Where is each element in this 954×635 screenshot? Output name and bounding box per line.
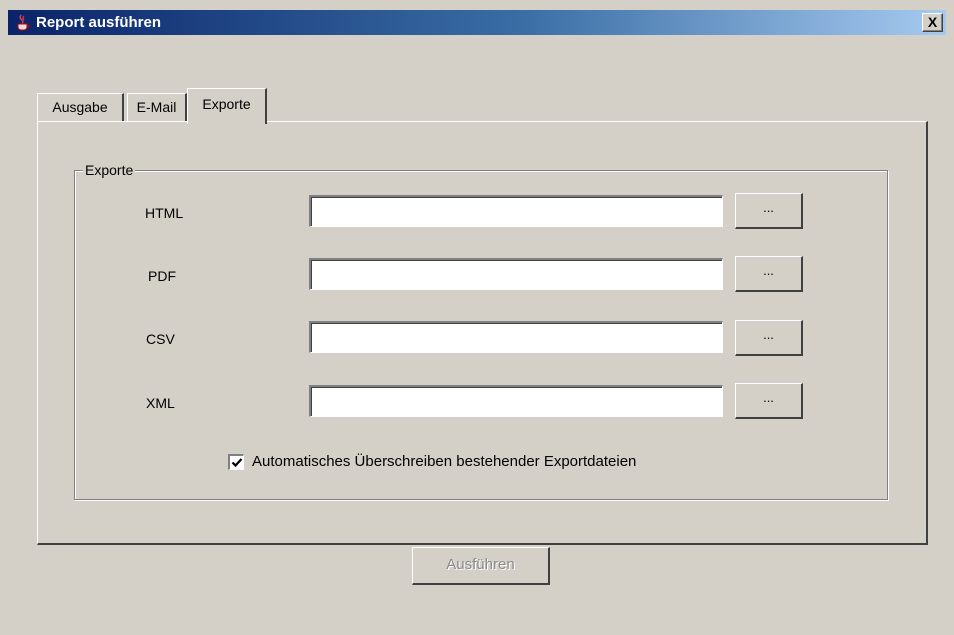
xml-export-path-input[interactable] (309, 385, 723, 417)
csv-export-path-input[interactable] (309, 321, 723, 353)
tab-e-mail[interactable]: E-Mail (127, 93, 187, 121)
checkmark-icon (231, 458, 243, 468)
java-coffee-cup-icon (14, 13, 32, 31)
overwrite-checkbox-label[interactable]: Automatisches Überschreiben bestehender … (252, 453, 636, 471)
pdf-export-path-input[interactable] (309, 258, 723, 290)
pdf-browse-button[interactable]: ... (735, 256, 803, 292)
exports-group: Exporte HTML ... PDF ... CSV ... XML ...… (74, 161, 888, 500)
close-button[interactable]: X (922, 13, 943, 32)
html-export-path-input[interactable] (309, 195, 723, 227)
tab-ausgabe[interactable]: Ausgabe (37, 93, 124, 121)
report-dialog: Report ausführen X Ausgabe E-Mail Export… (0, 0, 954, 635)
exporte-tab-panel: Exporte HTML ... PDF ... CSV ... XML ...… (37, 121, 928, 545)
csv-label: CSV (146, 331, 175, 347)
window-title: Report ausführen (36, 14, 162, 31)
overwrite-checkbox[interactable] (228, 454, 244, 470)
pdf-label: PDF (148, 268, 176, 284)
html-label: HTML (145, 205, 184, 221)
html-browse-button[interactable]: ... (735, 193, 803, 229)
run-button[interactable]: Ausführen (412, 547, 550, 585)
csv-browse-button[interactable]: ... (735, 320, 803, 356)
title-bar: Report ausführen X (8, 10, 946, 35)
xml-browse-button[interactable]: ... (735, 383, 803, 419)
xml-label: XML (146, 395, 175, 411)
tab-exporte[interactable]: Exporte (187, 88, 267, 124)
exports-group-legend: Exporte (83, 161, 136, 179)
